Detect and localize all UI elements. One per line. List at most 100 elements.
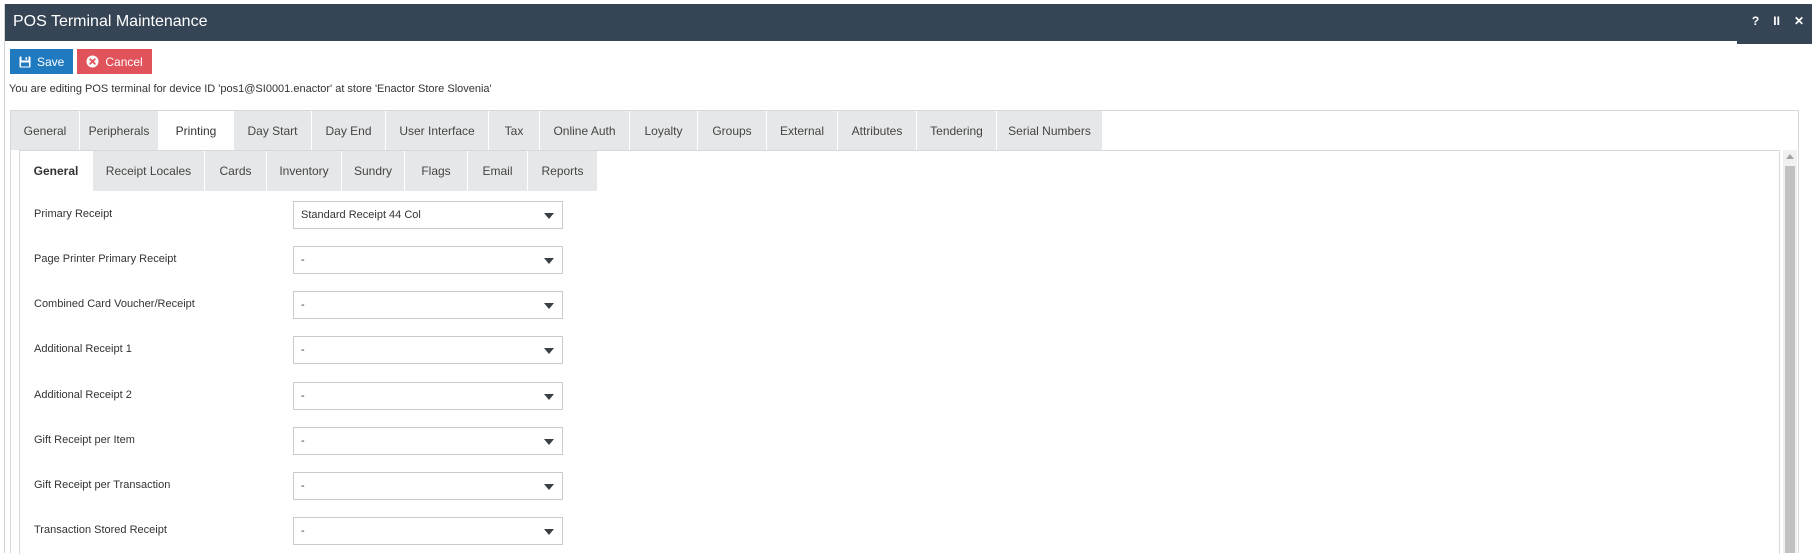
subtab-flags[interactable]: Flags: [405, 151, 468, 191]
tab-user-interface[interactable]: User Interface: [386, 111, 489, 150]
select-value: -: [301, 480, 305, 492]
tab-label: Loyalty: [644, 123, 683, 138]
select-value: -: [301, 299, 305, 311]
tab-peripherals[interactable]: Peripherals: [80, 111, 159, 150]
field-label: Combined Card Voucher/Receipt: [34, 298, 195, 310]
form-row-combined-card-voucher-receipt: Combined Card Voucher/Receipt -: [20, 291, 580, 319]
chevron-down-icon: [544, 439, 554, 445]
pause-icon[interactable]: II: [1773, 15, 1780, 27]
select-value: -: [301, 525, 305, 537]
main-tab-panel: General Peripherals Printing Day Start D…: [10, 110, 1799, 554]
tab-label: General: [23, 123, 67, 138]
window-title: POS Terminal Maintenance: [13, 13, 208, 30]
field-label: Gift Receipt per Item: [34, 434, 135, 446]
chevron-down-icon: [544, 484, 554, 490]
floppy-disk-icon: [19, 56, 31, 67]
tab-label: Groups: [712, 123, 752, 138]
tab-label: Day Start: [247, 123, 298, 138]
sub-tab-bar: General Receipt Locales Cards Inventory …: [20, 151, 598, 191]
tab-label: Tax: [504, 123, 524, 138]
tab-printing[interactable]: Printing: [159, 111, 234, 150]
editing-info-text: You are editing POS terminal for device …: [9, 83, 492, 95]
subtab-label: Receipt Locales: [105, 164, 192, 178]
gift-receipt-per-item-select[interactable]: -: [293, 427, 563, 455]
tab-tendering[interactable]: Tendering: [917, 111, 997, 150]
main-tab-bar: General Peripherals Printing Day Start D…: [11, 111, 1103, 150]
subtab-label: Reports: [541, 164, 584, 178]
subtab-general[interactable]: General: [20, 151, 93, 191]
scroll-up-arrow-icon[interactable]: [1786, 154, 1794, 159]
subtab-receipt-locales[interactable]: Receipt Locales: [93, 151, 205, 191]
tab-attributes[interactable]: Attributes: [838, 111, 917, 150]
additional-receipt-2-select[interactable]: -: [293, 382, 563, 410]
subtab-reports[interactable]: Reports: [528, 151, 598, 191]
subtab-label: Cards: [219, 164, 252, 178]
tab-label: Day End: [325, 123, 372, 138]
save-button[interactable]: Save: [10, 49, 74, 74]
tab-label: Serial Numbers: [1008, 123, 1091, 138]
tab-serial-numbers[interactable]: Serial Numbers: [997, 111, 1103, 150]
primary-receipt-select[interactable]: Standard Receipt 44 Col: [293, 201, 563, 229]
page-printer-primary-receipt-select[interactable]: -: [293, 246, 563, 274]
cancel-button[interactable]: Cancel: [77, 49, 152, 74]
subtab-label: Inventory: [279, 164, 329, 178]
chevron-down-icon: [544, 258, 554, 264]
save-button-label: Save: [37, 54, 65, 69]
printing-sub-panel: General Receipt Locales Cards Inventory …: [19, 150, 1780, 554]
tab-day-end[interactable]: Day End: [312, 111, 386, 150]
chevron-down-icon: [544, 303, 554, 309]
chevron-down-icon: [544, 529, 554, 535]
tab-general[interactable]: General: [11, 111, 80, 150]
transaction-stored-receipt-select[interactable]: -: [293, 517, 563, 545]
gift-receipt-per-transaction-select[interactable]: -: [293, 472, 563, 500]
tab-label: Attributes: [851, 123, 903, 138]
title-bar-accent: [1737, 41, 1812, 44]
tab-groups[interactable]: Groups: [698, 111, 767, 150]
select-value: Standard Receipt 44 Col: [301, 209, 421, 221]
tab-tax[interactable]: Tax: [489, 111, 540, 150]
form-row-primary-receipt: Primary Receipt Standard Receipt 44 Col: [20, 201, 580, 229]
select-value: -: [301, 435, 305, 447]
tab-label: Printing: [175, 123, 217, 138]
form-row-additional-receipt-1: Additional Receipt 1 -: [20, 336, 580, 364]
field-label: Additional Receipt 2: [34, 389, 132, 401]
select-value: -: [301, 344, 305, 356]
field-label: Transaction Stored Receipt: [34, 524, 167, 536]
chevron-down-icon: [544, 394, 554, 400]
tab-loyalty[interactable]: Loyalty: [630, 111, 698, 150]
tab-external[interactable]: External: [767, 111, 838, 150]
additional-receipt-1-select[interactable]: -: [293, 336, 563, 364]
subtab-email[interactable]: Email: [468, 151, 528, 191]
tab-label: Online Auth: [553, 123, 616, 138]
form-row-page-printer-primary-receipt: Page Printer Primary Receipt -: [20, 246, 580, 274]
subtab-label: Sundry: [353, 164, 393, 178]
form-row-additional-receipt-2: Additional Receipt 2 -: [20, 382, 580, 410]
chevron-down-icon: [544, 213, 554, 219]
tab-label: External: [779, 123, 825, 138]
scrollbar-thumb[interactable]: [1785, 166, 1795, 553]
chevron-down-icon: [544, 348, 554, 354]
tab-label: Peripherals: [88, 123, 150, 138]
toolbar: Save Cancel: [10, 49, 152, 74]
field-label: Gift Receipt per Transaction: [34, 479, 171, 491]
subtab-label: Flags: [421, 164, 451, 178]
tab-online-auth[interactable]: Online Auth: [540, 111, 630, 150]
subtab-sundry[interactable]: Sundry: [342, 151, 405, 191]
subtab-label: Email: [482, 164, 513, 178]
select-value: -: [301, 390, 305, 402]
select-value: -: [301, 254, 305, 266]
vertical-scrollbar[interactable]: [1783, 150, 1797, 553]
tab-label: Tendering: [930, 123, 983, 138]
combined-card-voucher-receipt-select[interactable]: -: [293, 291, 563, 319]
help-icon[interactable]: ?: [1752, 15, 1759, 27]
close-icon[interactable]: ✕: [1794, 15, 1804, 27]
form-row-transaction-stored-receipt: Transaction Stored Receipt -: [20, 517, 580, 545]
subtab-cards[interactable]: Cards: [205, 151, 267, 191]
field-label: Primary Receipt: [34, 208, 113, 220]
tab-day-start[interactable]: Day Start: [234, 111, 312, 150]
form-row-gift-receipt-per-item: Gift Receipt per Item -: [20, 427, 580, 455]
title-bar: POS Terminal Maintenance ? II ✕: [5, 4, 1812, 41]
cancel-circle-icon: [86, 55, 99, 68]
field-label: Additional Receipt 1: [34, 343, 132, 355]
subtab-inventory[interactable]: Inventory: [267, 151, 342, 191]
